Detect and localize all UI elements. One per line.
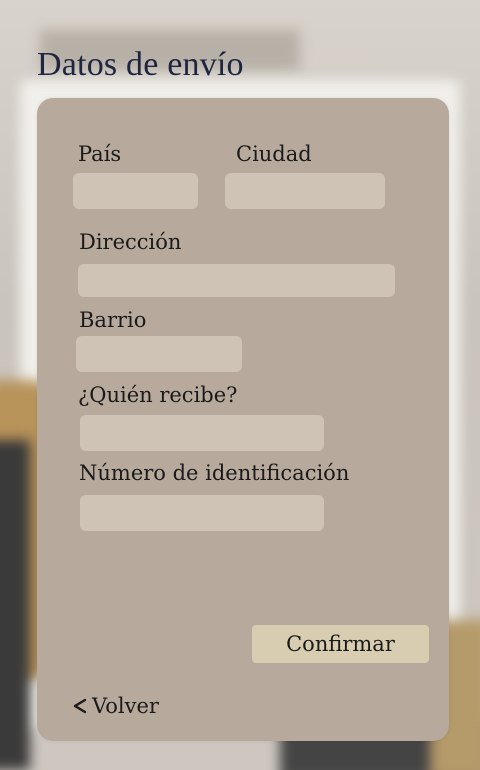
city-input[interactable] (225, 173, 385, 209)
id-number-label: Número de identificación (79, 461, 350, 485)
shipping-form-card: País Ciudad Dirección Barrio ¿Quién reci… (37, 98, 449, 741)
back-button[interactable]: Volver (72, 691, 159, 721)
back-label: Volver (92, 694, 159, 718)
address-label: Dirección (79, 230, 182, 254)
neighborhood-input[interactable] (76, 336, 242, 372)
id-number-input[interactable] (80, 495, 324, 531)
country-label: País (78, 142, 122, 166)
chevron-left-icon (72, 697, 88, 715)
country-input[interactable] (73, 173, 198, 209)
recipient-label: ¿Quién recibe? (78, 383, 238, 407)
city-label: Ciudad (236, 142, 312, 166)
page-title: Datos de envío (37, 46, 244, 83)
confirm-button[interactable]: Confirmar (252, 625, 429, 663)
neighborhood-label: Barrio (79, 308, 147, 332)
recipient-input[interactable] (80, 415, 324, 451)
address-input[interactable] (78, 264, 395, 297)
